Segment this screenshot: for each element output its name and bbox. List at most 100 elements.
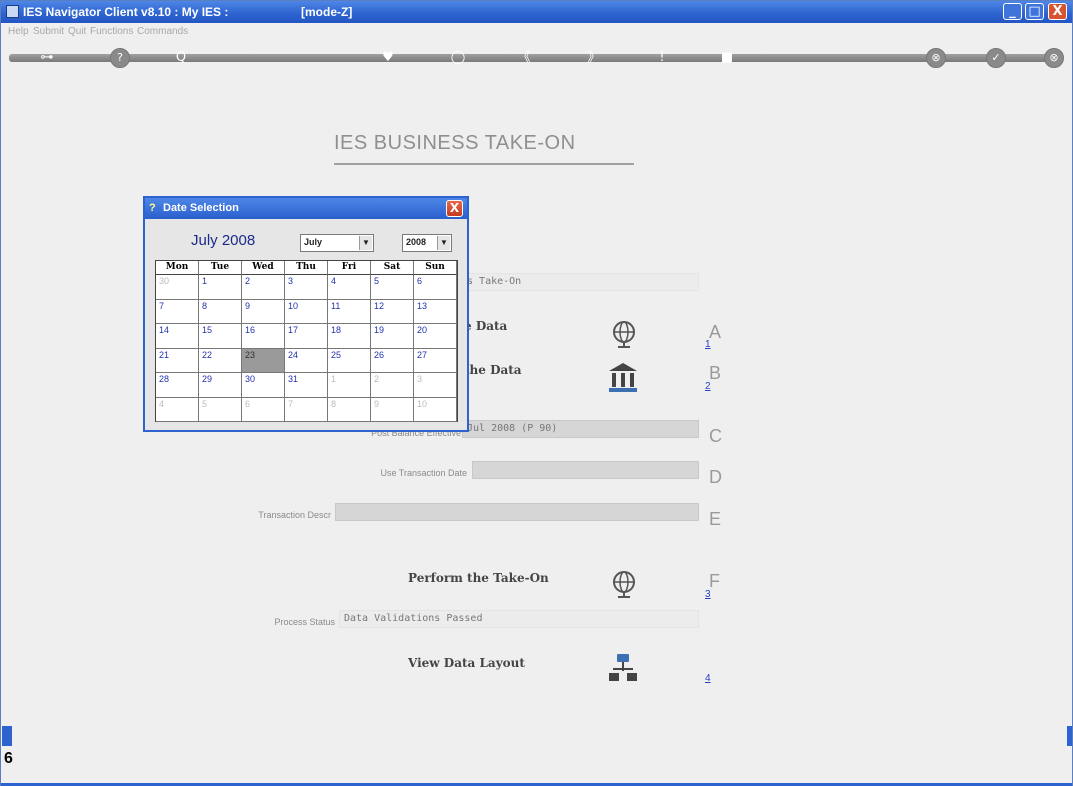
use-transaction-date-field[interactable]	[472, 461, 699, 479]
use-transaction-date-label: Use Transaction Date	[380, 468, 467, 478]
calendar-day[interactable]: 28	[156, 373, 199, 398]
letter-d: D	[709, 467, 722, 487]
title-divider	[334, 163, 634, 165]
menu-help[interactable]: Help	[8, 26, 29, 37]
calendar-day[interactable]: 31	[285, 373, 328, 398]
network-layout-icon[interactable]	[608, 653, 638, 683]
menu-commands[interactable]: Commands	[137, 26, 188, 37]
minimize-button[interactable]: _	[1003, 3, 1022, 20]
maximize-button[interactable]: □	[1025, 3, 1044, 20]
letter-c: C	[709, 426, 722, 446]
heart-icon[interactable]: ♥	[378, 48, 398, 68]
transaction-descr-label: Transaction Descr	[258, 510, 331, 520]
section-a-label: e Data	[464, 319, 508, 333]
dialog-title-bar[interactable]: ? Date Selection X	[145, 198, 467, 219]
refresh-icon[interactable]: ◯	[448, 48, 468, 68]
menu-quit[interactable]: Quit	[68, 26, 86, 37]
dialog-close-button[interactable]: X	[446, 200, 463, 217]
calendar-day[interactable]: 7	[285, 397, 328, 422]
process-status-field: Data Validations Passed	[339, 610, 699, 628]
month-select-value: July	[304, 237, 323, 247]
help-icon[interactable]: ?	[110, 48, 130, 68]
calendar-day[interactable]: 13	[414, 299, 457, 324]
calendar-day[interactable]: 9	[242, 299, 285, 324]
calendar-day[interactable]: 10	[414, 397, 457, 422]
dialog-title: Date Selection	[163, 202, 239, 214]
calendar-day[interactable]: 12	[371, 299, 414, 324]
key-icon[interactable]: ⊶	[37, 48, 57, 68]
calendar-day[interactable]: 22	[199, 348, 242, 373]
globe-icon[interactable]	[609, 319, 639, 349]
calendar-day[interactable]: 30	[242, 373, 285, 398]
calendar-day[interactable]: 16	[242, 324, 285, 349]
title-bar[interactable]: IES Navigator Client v8.10 : My IES : [m…	[1, 1, 1072, 23]
calendar-day[interactable]: 7	[156, 299, 199, 324]
calendar-day[interactable]: 18	[328, 324, 371, 349]
calendar-day[interactable]: 3	[414, 373, 457, 398]
bank-icon[interactable]	[607, 361, 639, 395]
calendar-day[interactable]: 4	[328, 275, 371, 300]
window-close-button[interactable]: X	[1048, 3, 1067, 20]
calendar-day[interactable]: 25	[328, 348, 371, 373]
calendar-day[interactable]: 17	[285, 324, 328, 349]
year-select[interactable]: 2008 ▼	[402, 234, 452, 252]
step-3-link[interactable]: 3	[705, 589, 711, 600]
calendar-day[interactable]: 1	[328, 373, 371, 398]
calendar-day[interactable]: 19	[371, 324, 414, 349]
ok-icon[interactable]: ✓	[986, 48, 1006, 68]
calendar-day[interactable]: 3	[285, 275, 328, 300]
take-on-field[interactable]: es Take-On	[456, 273, 699, 291]
close-icon[interactable]: ⊗	[1044, 48, 1064, 68]
calendar-day[interactable]: 24	[285, 348, 328, 373]
calendar-day[interactable]: 30	[156, 275, 199, 300]
calendar-day[interactable]: 8	[199, 299, 242, 324]
calendar-day[interactable]: 1	[199, 275, 242, 300]
back-icon[interactable]: 《	[514, 48, 534, 68]
globe-icon-2[interactable]	[609, 569, 639, 599]
calendar-day[interactable]: 21	[156, 348, 199, 373]
post-balance-field[interactable]: Jul 2008 (P 90)	[462, 420, 699, 438]
toolbar: ⊶ ? Q ♥ ◯ 《 》 ! ■ ⊗ ✓ ⊗	[1, 41, 1072, 75]
chevron-down-icon: ▼	[359, 236, 372, 250]
menu-submit[interactable]: Submit	[33, 26, 64, 37]
calendar-day[interactable]: 26	[371, 348, 414, 373]
calendar-day[interactable]: 29	[199, 373, 242, 398]
forward-icon[interactable]: 》	[584, 48, 604, 68]
transaction-descr-field[interactable]	[335, 503, 699, 521]
calendar-day[interactable]: 27	[414, 348, 457, 373]
weekday-header: Tue	[199, 261, 242, 275]
calendar-day[interactable]: 2	[371, 373, 414, 398]
search-icon[interactable]: Q	[171, 48, 191, 68]
menu-functions[interactable]: Functions	[90, 26, 133, 37]
calendar-day[interactable]: 11	[328, 299, 371, 324]
side-tab-left[interactable]	[2, 726, 12, 746]
calendar-day[interactable]: 9	[371, 397, 414, 422]
step-2-link[interactable]: 2	[705, 381, 711, 392]
calendar-day[interactable]: 23	[242, 348, 285, 373]
calendar-day[interactable]: 20	[414, 324, 457, 349]
weekday-header: Sat	[371, 261, 414, 275]
bookmark-icon[interactable]: ■	[717, 48, 737, 68]
calendar-day[interactable]: 5	[199, 397, 242, 422]
app-icon	[6, 5, 19, 18]
info-icon[interactable]: !	[652, 48, 672, 68]
calendar-day[interactable]: 15	[199, 324, 242, 349]
calendar-day[interactable]: 5	[371, 275, 414, 300]
step-4-link[interactable]: 4	[705, 673, 711, 684]
process-status-label: Process Status	[274, 617, 335, 627]
weekday-header: Mon	[156, 261, 199, 275]
calendar-grid: Mon Tue Wed Thu Fri Sat Sun 30 1 2 3 4 5 6 7 8 9 10 11 12 13…	[155, 260, 458, 422]
calendar-day[interactable]: 6	[242, 397, 285, 422]
month-select[interactable]: July ▼	[300, 234, 374, 252]
calendar-day[interactable]: 4	[156, 397, 199, 422]
calendar-day[interactable]: 2	[242, 275, 285, 300]
cancel-icon[interactable]: ⊗	[926, 48, 946, 68]
page-title: IES BUSINESS TAKE-ON	[334, 132, 576, 154]
step-1-link[interactable]: 1	[705, 339, 711, 350]
view-data-layout-label: View Data Layout	[408, 656, 525, 670]
calendar-day[interactable]: 8	[328, 397, 371, 422]
calendar-day[interactable]: 6	[414, 275, 457, 300]
calendar-day[interactable]: 14	[156, 324, 199, 349]
side-tab-right[interactable]	[1067, 726, 1072, 746]
calendar-day[interactable]: 10	[285, 299, 328, 324]
